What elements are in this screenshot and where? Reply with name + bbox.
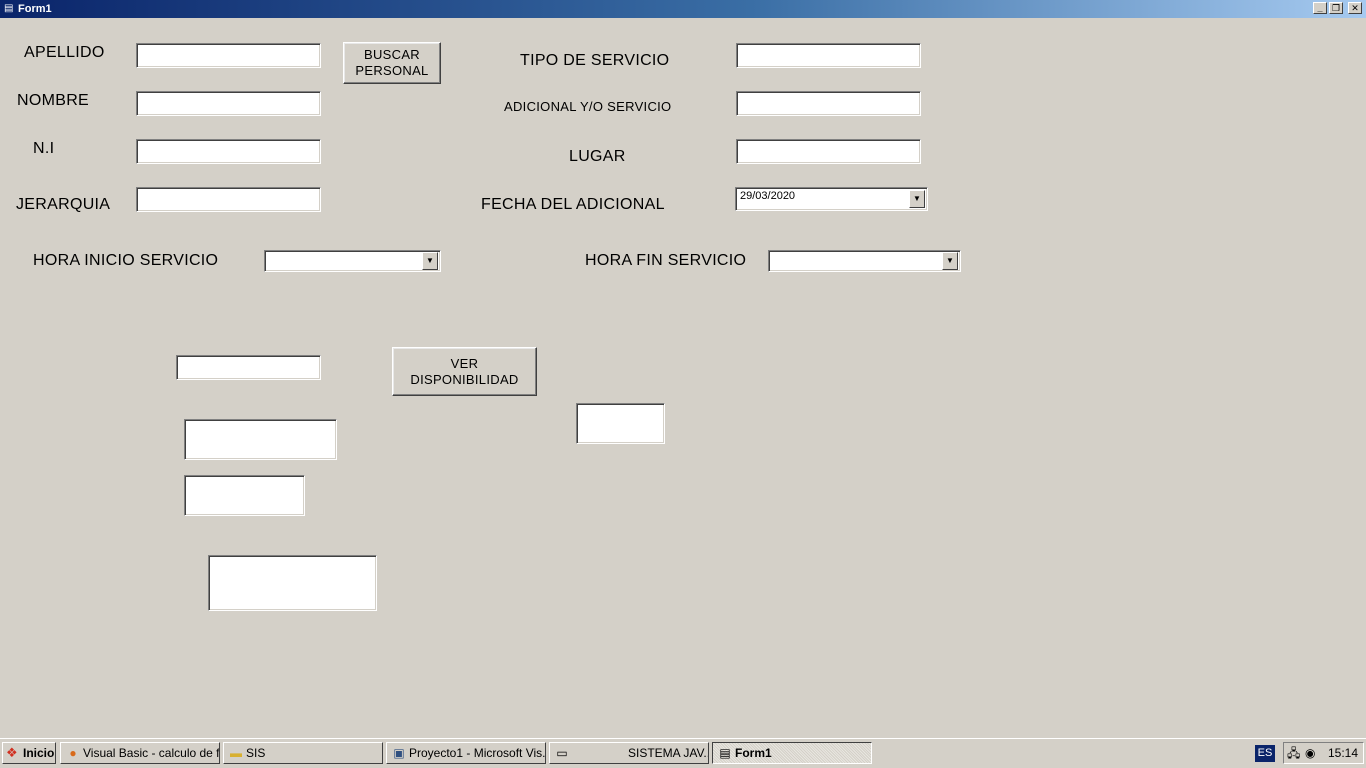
fecha-adicional-value: 29/03/2020 xyxy=(740,190,796,202)
folder-icon: ▬ xyxy=(230,746,242,760)
taskbar: ❖ Inicio ● Visual Basic - calculo de f..… xyxy=(0,738,1366,768)
result-box-3[interactable] xyxy=(208,555,377,611)
network-icon[interactable]: 🖧 xyxy=(1287,745,1300,761)
hora-inicio-select[interactable]: ▼ xyxy=(264,250,441,272)
result-box-right[interactable] xyxy=(576,403,665,444)
firefox-icon: ● xyxy=(69,746,77,760)
result-box-1[interactable] xyxy=(184,419,337,460)
system-tray: 🖧 ◉ 15:14 xyxy=(1283,742,1364,764)
close-button[interactable]: ✕ xyxy=(1348,2,1362,14)
nombre-label: NOMBRE xyxy=(17,92,90,109)
adicional-servicio-label: ADICIONAL Y/O SERVICIO xyxy=(504,99,672,114)
window-title: Form1 xyxy=(18,3,52,15)
nombre-input[interactable] xyxy=(136,91,321,116)
ver-disponibilidad-button[interactable]: VER DISPONIBILIDAD xyxy=(392,347,537,396)
form-icon: ▤ xyxy=(4,3,14,14)
windows-logo-icon: ❖ xyxy=(6,745,18,760)
chevron-down-icon[interactable]: ▼ xyxy=(909,190,925,208)
hora-fin-label: HORA FIN SERVICIO xyxy=(585,252,747,269)
apellido-input[interactable] xyxy=(136,43,321,68)
form-icon: ▤ xyxy=(719,746,731,760)
ni-input[interactable] xyxy=(136,139,321,164)
language-indicator[interactable]: ES xyxy=(1255,745,1275,762)
result-box-2[interactable] xyxy=(184,475,305,516)
tipo-servicio-label: TIPO DE SERVICIO xyxy=(520,52,670,69)
hora-inicio-label: HORA INICIO SERVICIO xyxy=(33,252,219,269)
jerarquia-input[interactable] xyxy=(136,187,321,212)
lugar-input[interactable] xyxy=(736,139,921,164)
start-button[interactable]: ❖ Inicio xyxy=(2,742,56,764)
ni-label: N.I xyxy=(33,140,55,157)
chevron-down-icon[interactable]: ▼ xyxy=(942,252,958,270)
hora-fin-select[interactable]: ▼ xyxy=(768,250,961,272)
taskbar-item-sis[interactable]: ▬ SIS xyxy=(223,742,383,764)
tipo-servicio-input[interactable] xyxy=(736,43,921,68)
buscar-personal-button[interactable]: BUSCAR PERSONAL xyxy=(343,42,441,84)
adicional-servicio-input[interactable] xyxy=(736,91,921,116)
taskbar-item-proyecto1[interactable]: ▣ Proyecto1 - Microsoft Vis... xyxy=(386,742,546,764)
jerarquia-label: JERARQUIA xyxy=(16,196,111,213)
volume-icon[interactable]: ◉ xyxy=(1305,745,1315,761)
chevron-down-icon[interactable]: ▼ xyxy=(422,252,438,270)
fecha-adicional-label: FECHA DEL ADICIONAL xyxy=(481,196,665,213)
clock[interactable]: 15:14 xyxy=(1328,743,1358,763)
fecha-adicional-picker[interactable]: 29/03/2020 ▼ xyxy=(735,187,928,211)
taskbar-item-form1[interactable]: ▤ Form1 xyxy=(712,742,872,764)
restore-button[interactable]: ❐ xyxy=(1329,2,1343,14)
taskbar-item-visual-basic[interactable]: ● Visual Basic - calculo de f... xyxy=(60,742,220,764)
taskbar-item-sistema[interactable]: ▭ SISTEMA JAV... xyxy=(549,742,709,764)
vb-icon: ▣ xyxy=(393,746,405,760)
title-bar[interactable]: ▤ Form1 _ ❐ ✕ xyxy=(0,0,1366,18)
disponibilidad-input[interactable] xyxy=(176,355,321,380)
lugar-label: LUGAR xyxy=(569,148,626,165)
apellido-label: APELLIDO xyxy=(24,44,105,61)
window-icon: ▭ xyxy=(556,746,568,760)
minimize-button[interactable]: _ xyxy=(1313,2,1327,14)
